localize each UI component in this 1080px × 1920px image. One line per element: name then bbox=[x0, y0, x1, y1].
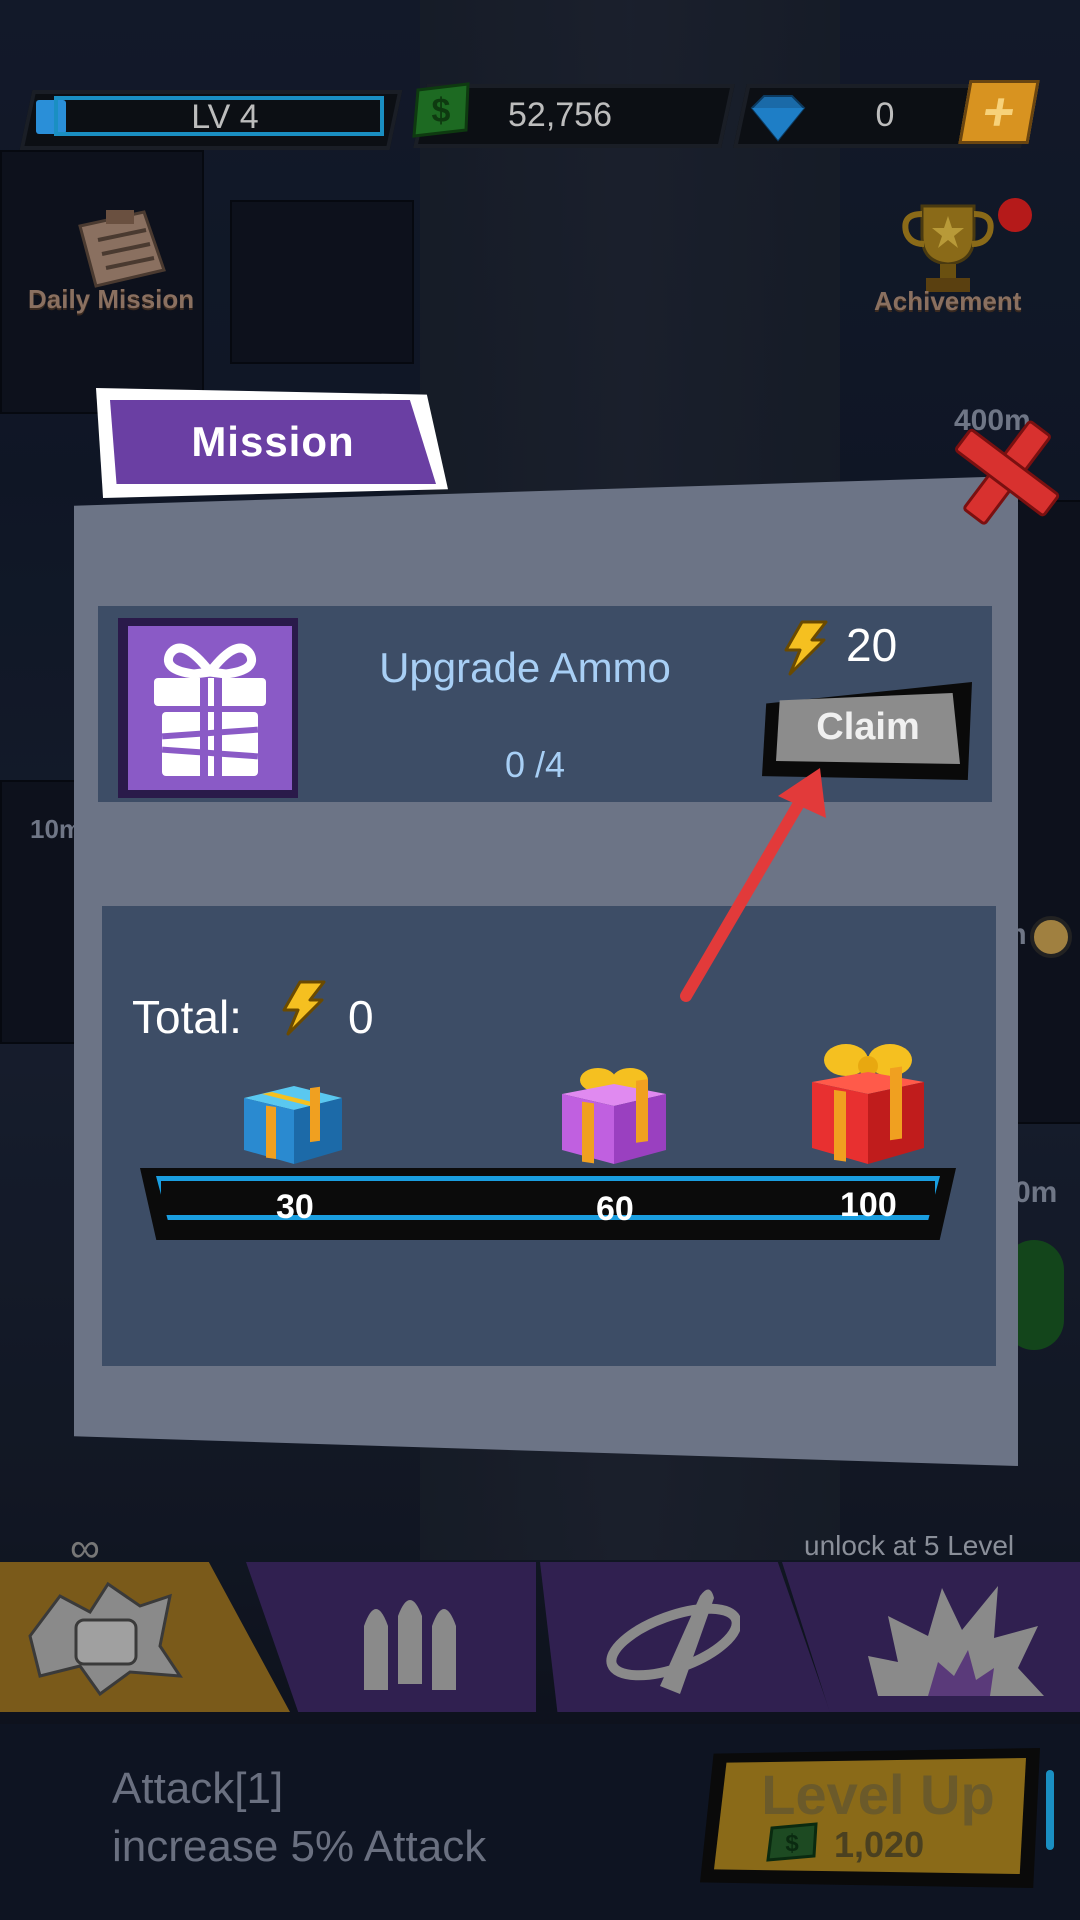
svg-text:$: $ bbox=[785, 1830, 799, 1857]
clipboard-icon[interactable] bbox=[66, 206, 176, 292]
bullets-icon bbox=[364, 1600, 456, 1690]
purple-gift-icon[interactable] bbox=[556, 1064, 672, 1166]
mission-progress: 0 /4 bbox=[504, 744, 566, 785]
unlock-label: unlock at 5 Level bbox=[804, 1530, 1015, 1561]
explosion-icon bbox=[868, 1586, 1044, 1696]
cash-icon: $ bbox=[412, 82, 470, 138]
side-indicator bbox=[1046, 1770, 1054, 1850]
daily-mission-label[interactable]: Daily Mission bbox=[28, 284, 194, 315]
close-icon[interactable] bbox=[944, 412, 1064, 532]
mission-tab: Mission bbox=[110, 400, 436, 484]
gem-icon bbox=[750, 95, 806, 142]
reward-value: 20 bbox=[846, 619, 898, 671]
blue-gift-icon[interactable] bbox=[240, 1084, 346, 1166]
achievement-label[interactable]: Achivement bbox=[874, 286, 1021, 317]
add-gems-button[interactable]: + bbox=[958, 80, 1040, 144]
total-value: 0 bbox=[348, 991, 374, 1043]
milestone-100: 100 bbox=[840, 1186, 897, 1224]
total-label: Total: bbox=[132, 991, 242, 1043]
milestone-track-frame bbox=[156, 1176, 940, 1220]
mission-icon-tile bbox=[128, 626, 292, 790]
cash-icon: $ bbox=[766, 1822, 818, 1862]
upgrade-description: increase 5% Attack bbox=[112, 1822, 487, 1871]
rocket-icon bbox=[606, 1589, 740, 1694]
milestone-30: 30 bbox=[276, 1188, 314, 1226]
gift-icon bbox=[154, 643, 266, 776]
map-marker-icon bbox=[1030, 916, 1072, 958]
milestone-60: 60 bbox=[596, 1190, 634, 1228]
level-up-label[interactable]: Level Up bbox=[728, 1762, 1028, 1827]
svg-text:$: $ bbox=[432, 92, 451, 130]
tab-blast[interactable] bbox=[782, 1562, 1080, 1712]
gem-value: 0 bbox=[875, 96, 895, 134]
distance-marker: 0m bbox=[1014, 1176, 1058, 1209]
level-label: LV 4 bbox=[191, 98, 259, 136]
tutorial-arrow-icon bbox=[680, 768, 826, 1002]
lightning-icon bbox=[784, 620, 828, 676]
lightning-icon bbox=[282, 980, 326, 1036]
cash-value: 52,756 bbox=[508, 96, 612, 134]
fist-icon bbox=[28, 1581, 183, 1697]
trophy-icon[interactable] bbox=[896, 200, 1000, 296]
notification-badge bbox=[998, 198, 1032, 232]
upgrade-title: Attack[1] bbox=[112, 1764, 284, 1813]
mission-title: Mission bbox=[191, 418, 355, 465]
mission-name: Upgrade Ammo bbox=[379, 644, 671, 691]
red-gift-icon[interactable] bbox=[806, 1036, 930, 1166]
claim-button[interactable]: Claim bbox=[776, 692, 960, 764]
claim-label: Claim bbox=[816, 705, 920, 748]
level-up-cost: 1,020 bbox=[834, 1824, 925, 1865]
